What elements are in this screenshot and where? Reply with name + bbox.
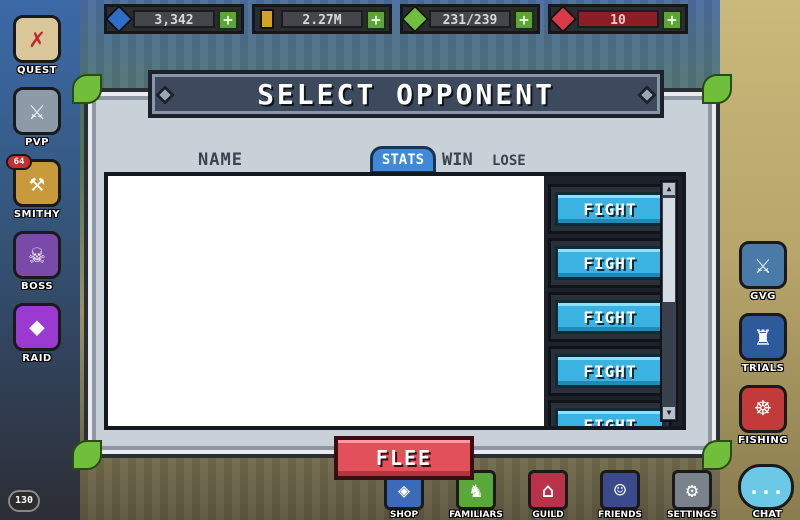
opponent-row: FIGHT xyxy=(548,238,672,288)
nav-gvg-label: GVG xyxy=(750,291,776,302)
tab-stats[interactable]: STATS xyxy=(370,146,436,174)
gems-value: 3,342 xyxy=(133,10,215,28)
add-gold-button[interactable]: + xyxy=(366,10,386,30)
opponent-row: FIGHT xyxy=(548,400,672,426)
nav-quest[interactable]: ✗ QUEST xyxy=(4,4,70,76)
nav-smithy[interactable]: 64 ⚒ SMITHY xyxy=(4,148,70,220)
nav-settings-label: SETTINGS xyxy=(667,510,717,520)
nav-raid[interactable]: ◆ RAID xyxy=(4,292,70,364)
gold-counter: 2.27M + xyxy=(252,4,392,34)
add-energy-button[interactable]: + xyxy=(514,10,534,30)
nav-guild-label: GUILD xyxy=(532,510,564,520)
gvg-shield-icon: ⚔ xyxy=(739,241,787,289)
flee-button[interactable]: FLEE xyxy=(334,436,474,480)
chat-button[interactable]: ... xyxy=(738,464,794,510)
nav-pvp-label: PVP xyxy=(25,137,49,148)
friends-icon: ☺ xyxy=(600,470,640,510)
nav-trials[interactable]: ♜ TRIALS xyxy=(730,302,796,374)
add-gems-button[interactable]: + xyxy=(218,10,238,30)
scroll-down-icon[interactable]: ▼ xyxy=(663,407,675,419)
raid-crystal-icon: ◆ xyxy=(13,303,61,351)
left-nav: ✗ QUEST ⚔ PVP 64 ⚒ SMITHY ☠ BOSS ◆ RAID xyxy=(4,4,70,364)
fight-button-column: FIGHT FIGHT FIGHT FIGHT FIGHT xyxy=(548,184,672,426)
opponent-row: FIGHT xyxy=(548,346,672,396)
column-name: NAME xyxy=(198,150,243,170)
scroll-up-icon[interactable]: ▲ xyxy=(663,183,675,195)
smithy-badge: 64 xyxy=(6,154,32,170)
gold-value: 2.27M xyxy=(281,10,363,28)
fight-button[interactable]: FIGHT xyxy=(555,246,665,280)
gems-counter: 3,342 + xyxy=(104,4,244,34)
title-knob xyxy=(155,85,175,105)
heart-gem-icon xyxy=(548,4,578,34)
hearts-value: 10 xyxy=(577,10,659,28)
energy-value: 231/239 xyxy=(429,10,511,28)
crossed-swords-icon: ⚔ xyxy=(13,87,61,135)
nav-friends-label: FRIENDS xyxy=(597,510,643,520)
nav-trials-label: TRIALS xyxy=(741,363,785,374)
guild-banner-icon: ⌂ xyxy=(528,470,568,510)
vine-decoration xyxy=(72,74,102,104)
title-knob xyxy=(637,85,657,105)
opponent-list-content xyxy=(108,176,544,426)
fight-button[interactable]: FIGHT xyxy=(555,192,665,226)
energy-counter: 231/239 + xyxy=(400,4,540,34)
fight-button[interactable]: FIGHT xyxy=(555,408,665,426)
gear-icon: ⚙ xyxy=(672,470,712,510)
add-hearts-button[interactable]: + xyxy=(662,10,682,30)
nav-boss[interactable]: ☠ BOSS xyxy=(4,220,70,292)
opponent-row: FIGHT xyxy=(548,292,672,342)
nav-quest-label: QUEST xyxy=(17,65,57,76)
nav-friends[interactable]: ☺ FRIENDS xyxy=(588,462,652,520)
column-headers: NAME STATS WIN LOSE xyxy=(188,146,668,174)
gold-bar-icon xyxy=(260,9,274,29)
energy-scroll-icon xyxy=(400,4,430,34)
dialog-title: SELECT OPPONENT xyxy=(257,77,555,111)
nav-settings[interactable]: ⚙ SETTINGS xyxy=(660,462,724,520)
chat-label: CHAT xyxy=(752,509,783,520)
opponent-row: FIGHT xyxy=(548,184,672,234)
nav-fishing-label: FISHING xyxy=(738,435,788,446)
fight-button[interactable]: FIGHT xyxy=(555,300,665,334)
nav-boss-label: BOSS xyxy=(20,281,54,292)
nav-smithy-label: SMITHY xyxy=(13,209,61,220)
right-nav: ⚔ GVG ♜ TRIALS ☸ FISHING xyxy=(730,230,796,446)
gem-icon xyxy=(104,4,134,34)
trials-tower-icon: ♜ xyxy=(739,313,787,361)
opponent-list: FIGHT FIGHT FIGHT FIGHT FIGHT ▲ ▼ xyxy=(104,172,686,430)
skull-icon: ☠ xyxy=(13,231,61,279)
vine-decoration xyxy=(702,74,732,104)
player-level-badge: 130 xyxy=(8,490,40,512)
quest-map-icon: ✗ xyxy=(13,15,61,63)
resource-bar: 3,342 + 2.27M + 231/239 + 10 + xyxy=(104,4,698,38)
hearts-counter: 10 + xyxy=(548,4,688,34)
column-lose: LOSE xyxy=(492,153,526,169)
vine-decoration xyxy=(72,440,102,470)
nav-guild[interactable]: ⌂ GUILD xyxy=(516,462,580,520)
fight-button[interactable]: FIGHT xyxy=(555,354,665,388)
vine-decoration xyxy=(702,440,732,470)
nav-shop-label: SHOP xyxy=(389,510,419,520)
title-plate: SELECT OPPONENT xyxy=(148,70,664,118)
nav-fishing[interactable]: ☸ FISHING xyxy=(730,374,796,446)
scroll-thumb[interactable] xyxy=(663,198,675,302)
nav-familiars-label: FAMILIARS xyxy=(449,510,503,520)
fishing-icon: ☸ xyxy=(739,385,787,433)
nav-raid-label: RAID xyxy=(22,353,52,364)
column-win: WIN xyxy=(442,150,473,170)
nav-pvp[interactable]: ⚔ PVP xyxy=(4,76,70,148)
nav-gvg[interactable]: ⚔ GVG xyxy=(730,230,796,302)
list-scrollbar[interactable]: ▲ ▼ xyxy=(660,180,678,422)
select-opponent-dialog: SELECT OPPONENT NAME STATS WIN LOSE FIGH… xyxy=(72,70,732,480)
